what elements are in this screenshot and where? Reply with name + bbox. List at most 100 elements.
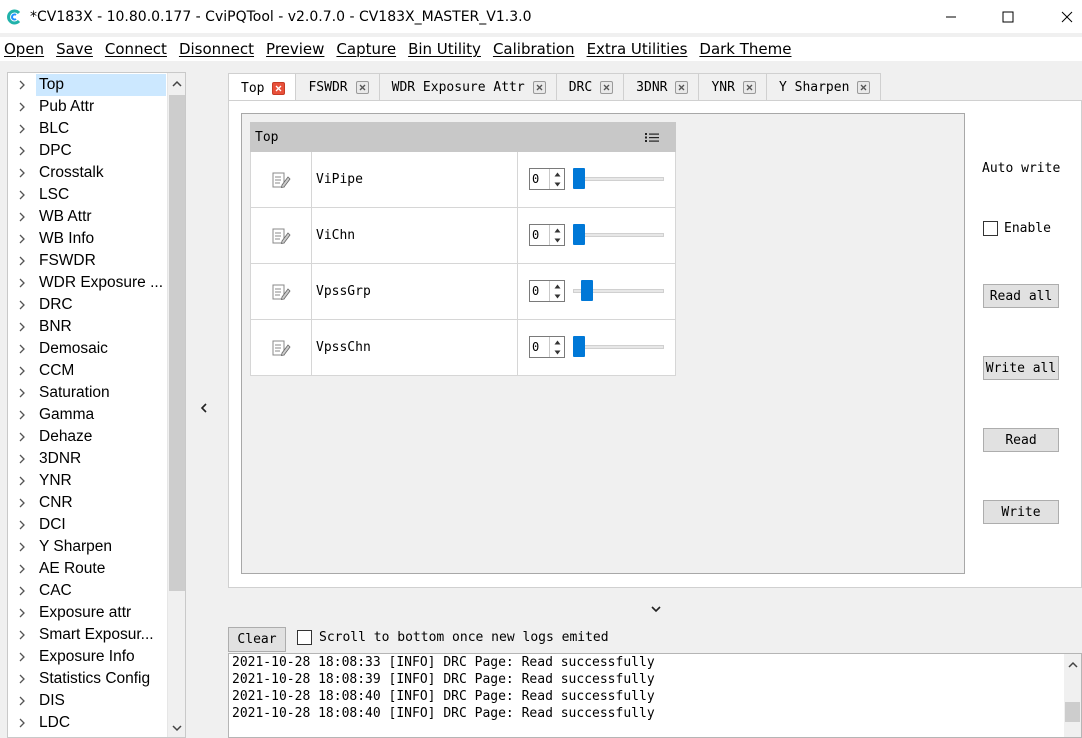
- chevron-right-icon[interactable]: [8, 580, 36, 602]
- chevron-right-icon[interactable]: [8, 514, 36, 536]
- menu-bin-utility[interactable]: Bin Utility: [404, 40, 489, 58]
- tree-item[interactable]: 3DNR: [8, 448, 168, 470]
- tab-y-sharpen[interactable]: Y Sharpen: [765, 73, 882, 101]
- chevron-right-icon[interactable]: [8, 118, 36, 140]
- tab-3dnr[interactable]: 3DNR: [623, 73, 700, 101]
- tree-item[interactable]: CNR: [8, 492, 168, 514]
- log-scrollbar[interactable]: [1064, 654, 1081, 737]
- tab-wdr-exposure-attr[interactable]: WDR Exposure Attr: [378, 73, 557, 101]
- tree-item[interactable]: WB Info: [8, 228, 168, 250]
- tree-item[interactable]: Dehaze: [8, 426, 168, 448]
- chevron-right-icon[interactable]: [8, 294, 36, 316]
- log-scroll-thumb[interactable]: [1065, 702, 1080, 722]
- spin-up-icon[interactable]: [550, 281, 564, 291]
- chevron-right-icon[interactable]: [8, 272, 36, 294]
- tab-fswdr[interactable]: FSWDR: [295, 73, 380, 101]
- menu-preview[interactable]: Preview: [262, 40, 332, 58]
- tree-item[interactable]: BLC: [8, 118, 168, 140]
- tree-item[interactable]: YNR: [8, 470, 168, 492]
- spin-down-icon[interactable]: [550, 179, 564, 189]
- chevron-right-icon[interactable]: [8, 316, 36, 338]
- tree-item[interactable]: FSWDR: [8, 250, 168, 272]
- log-scroll-up-icon[interactable]: [1064, 656, 1081, 674]
- menu-open[interactable]: Open: [0, 40, 52, 58]
- close-button[interactable]: [1044, 0, 1082, 33]
- close-tab-icon[interactable]: [600, 81, 614, 94]
- menu-save[interactable]: Save: [52, 40, 101, 58]
- write-button[interactable]: Write: [983, 500, 1059, 524]
- chevron-right-icon[interactable]: [8, 668, 36, 690]
- maximize-button[interactable]: [985, 0, 1031, 33]
- chevron-right-icon[interactable]: [8, 536, 36, 558]
- menu-connect[interactable]: Connect: [101, 40, 175, 58]
- chevron-right-icon[interactable]: [8, 404, 36, 426]
- tree-item[interactable]: LSC: [8, 184, 168, 206]
- param-slider-thumb[interactable]: [573, 336, 585, 357]
- param-spinbox[interactable]: 0: [529, 336, 565, 358]
- tree-item[interactable]: DIS: [8, 690, 168, 712]
- tree-item[interactable]: Top: [8, 74, 168, 96]
- spin-up-icon[interactable]: [550, 225, 564, 235]
- menu-calibration[interactable]: Calibration: [489, 40, 583, 58]
- chevron-right-icon[interactable]: [8, 624, 36, 646]
- write-all-button[interactable]: Write all: [983, 356, 1059, 380]
- tree-scrollbar[interactable]: [167, 73, 185, 737]
- close-tab-icon[interactable]: [355, 81, 369, 94]
- edit-list-icon[interactable]: [251, 152, 312, 207]
- log-output[interactable]: 2021-10-28 18:08:33 [INFO] DRC Page: Rea…: [228, 653, 1082, 738]
- chevron-right-icon[interactable]: [8, 250, 36, 272]
- chevron-down-icon[interactable]: [648, 601, 664, 617]
- tree-item[interactable]: DPC: [8, 140, 168, 162]
- chevron-right-icon[interactable]: [8, 426, 36, 448]
- minimize-button[interactable]: [928, 0, 974, 33]
- chevron-right-icon[interactable]: [8, 162, 36, 184]
- tree-item[interactable]: WDR Exposure ...: [8, 272, 168, 294]
- menu-disconnect[interactable]: Disonnect: [175, 40, 262, 58]
- scroll-down-icon[interactable]: [168, 719, 185, 737]
- tab-ynr[interactable]: YNR: [698, 73, 767, 101]
- param-spinbox[interactable]: 0: [529, 224, 565, 246]
- chevron-right-icon[interactable]: [8, 602, 36, 624]
- tab-top[interactable]: Top: [228, 73, 297, 102]
- edit-list-icon[interactable]: [251, 264, 312, 319]
- close-tab-icon[interactable]: [532, 81, 546, 94]
- close-tab-icon[interactable]: [675, 81, 689, 94]
- scroll-up-icon[interactable]: [168, 75, 185, 93]
- chevron-right-icon[interactable]: [8, 338, 36, 360]
- tree-item[interactable]: LDC: [8, 712, 168, 734]
- chevron-right-icon[interactable]: [8, 712, 36, 734]
- chevron-right-icon[interactable]: [8, 470, 36, 492]
- chevron-right-icon[interactable]: [8, 184, 36, 206]
- menu-extra-utilities[interactable]: Extra Utilities: [583, 40, 696, 58]
- chevron-right-icon[interactable]: [8, 646, 36, 668]
- param-slider-thumb[interactable]: [573, 224, 585, 245]
- spin-down-icon[interactable]: [550, 291, 564, 301]
- tree-item[interactable]: CAC: [8, 580, 168, 602]
- tree-item[interactable]: Statistics Config: [8, 668, 168, 690]
- param-slider-thumb[interactable]: [573, 168, 585, 189]
- chevron-right-icon[interactable]: [8, 492, 36, 514]
- chevron-right-icon[interactable]: [8, 690, 36, 712]
- chevron-right-icon[interactable]: [8, 448, 36, 470]
- tree-item[interactable]: Smart Exposur...: [8, 624, 168, 646]
- chevron-right-icon[interactable]: [8, 558, 36, 580]
- enable-checkbox[interactable]: [983, 221, 998, 236]
- read-all-button[interactable]: Read all: [983, 284, 1059, 308]
- spin-up-icon[interactable]: [550, 337, 564, 347]
- close-tab-icon[interactable]: [857, 81, 871, 94]
- chevron-right-icon[interactable]: [8, 382, 36, 404]
- menu-dark-theme[interactable]: Dark Theme: [695, 40, 799, 58]
- tree-item[interactable]: Exposure Info: [8, 646, 168, 668]
- param-slider-track[interactable]: [573, 177, 664, 181]
- tree-item[interactable]: CCM: [8, 360, 168, 382]
- tree-item[interactable]: Gamma: [8, 404, 168, 426]
- chevron-right-icon[interactable]: [8, 74, 36, 96]
- tree-item[interactable]: Crosstalk: [8, 162, 168, 184]
- param-slider-thumb[interactable]: [581, 280, 593, 301]
- tree-item[interactable]: Pub Attr: [8, 96, 168, 118]
- tree-item[interactable]: DRC: [8, 294, 168, 316]
- edit-list-icon[interactable]: [251, 320, 312, 375]
- tree-item[interactable]: AE Route: [8, 558, 168, 580]
- list-menu-icon[interactable]: [644, 131, 660, 147]
- read-button[interactable]: Read: [983, 428, 1059, 452]
